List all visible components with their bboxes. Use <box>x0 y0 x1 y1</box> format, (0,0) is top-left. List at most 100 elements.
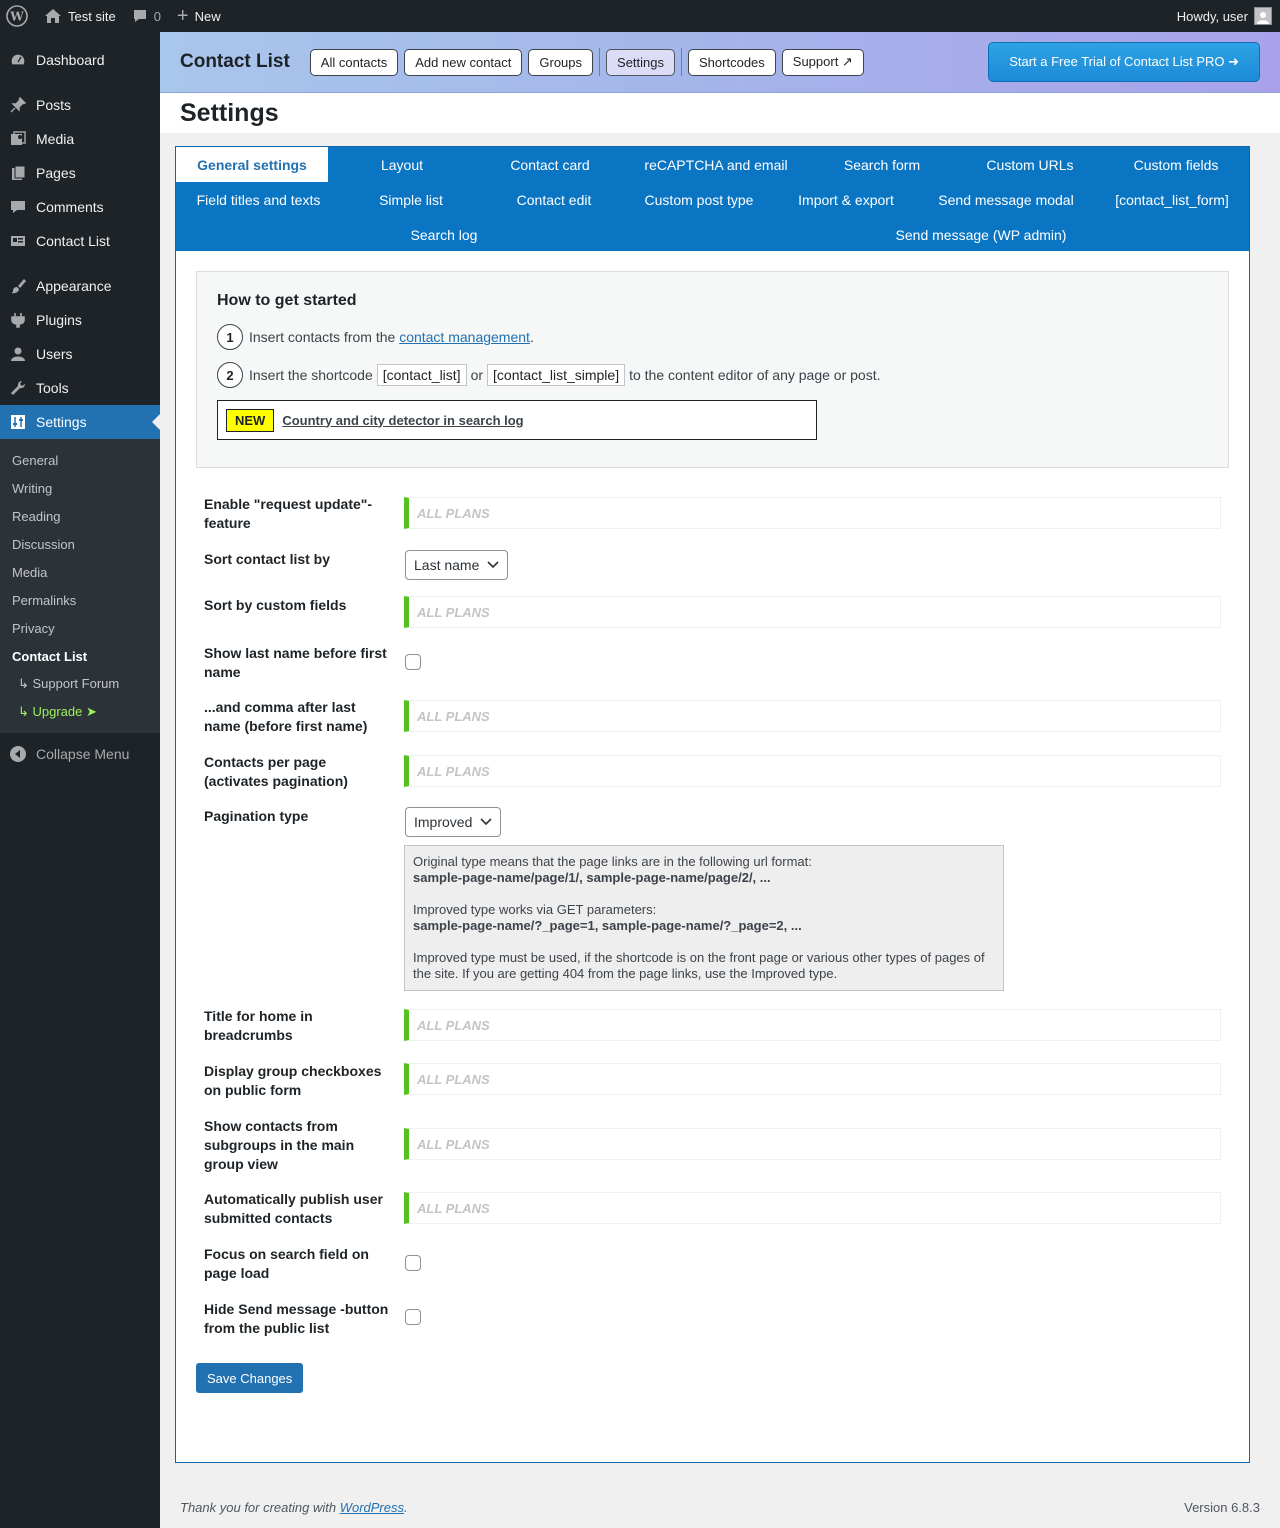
submenu-discussion[interactable]: Discussion <box>0 530 160 558</box>
menu-posts[interactable]: Posts <box>0 88 160 122</box>
menu-label: Settings <box>36 414 87 430</box>
tab-search-log[interactable]: Search log <box>384 217 504 252</box>
info-example: sample-page-name/page/1/, sample-page-na… <box>413 870 771 885</box>
contact-management-link[interactable]: contact management <box>399 329 530 345</box>
tab-field-titles[interactable]: Field titles and texts <box>186 182 331 217</box>
tab-general-settings[interactable]: General settings <box>176 147 328 182</box>
tab-custom-fields[interactable]: Custom fields <box>1110 147 1242 182</box>
all-contacts-button[interactable]: All contacts <box>309 48 399 76</box>
footer-thanks-text: Thank you for creating with <box>180 1500 337 1515</box>
comments-link[interactable]: 0 <box>124 0 169 32</box>
info-paragraph: Improved type works via GET parameters: s… <box>413 902 995 934</box>
sort-select-value: Last name <box>414 557 480 573</box>
menu-pages[interactable]: Pages <box>0 156 160 190</box>
shortcodes-button[interactable]: Shortcodes <box>688 48 776 76</box>
plugin-title: Contact List <box>180 51 290 72</box>
settings-button[interactable]: Settings <box>606 48 676 76</box>
tab-contact-card[interactable]: Contact card <box>484 147 616 182</box>
submenu-support-forum[interactable]: ↳ Support Forum <box>0 670 160 698</box>
tab-contact-list-form[interactable]: [contact_list_form] <box>1106 182 1238 217</box>
submenu-media[interactable]: Media <box>0 558 160 586</box>
submenu-writing[interactable]: Writing <box>0 474 160 502</box>
menu-contact-list[interactable]: Contact List <box>0 224 160 258</box>
contact-card-icon <box>8 231 28 251</box>
version-text: Version 6.8.3 <box>1184 1500 1260 1515</box>
step-text: to the content editor of any page or pos… <box>629 367 881 383</box>
admin-bar: W Test site 0 + New Howdy, user <box>0 0 1280 32</box>
footer-dot: . <box>404 1500 408 1515</box>
step-text: . <box>529 329 534 345</box>
tab-recaptcha-email[interactable]: reCAPTCHA and email <box>636 147 796 182</box>
menu-label: Posts <box>36 97 72 113</box>
menu-dashboard[interactable]: Dashboard <box>0 43 160 77</box>
submenu-contact-list[interactable]: Contact List <box>0 642 160 670</box>
tab-import-export[interactable]: Import & export <box>786 182 906 217</box>
collapse-menu-button[interactable]: Collapse Menu <box>0 737 160 771</box>
wordpress-logo-icon[interactable]: W <box>0 0 36 32</box>
focus-search-checkbox[interactable] <box>405 1255 421 1271</box>
menu-plugins[interactable]: Plugins <box>0 303 160 337</box>
submenu-upgrade[interactable]: ↳ Upgrade ➤ <box>0 698 160 726</box>
step-number: 1 <box>217 324 243 350</box>
new-content-link[interactable]: + New <box>169 0 229 32</box>
wrench-icon <box>8 378 28 398</box>
pagination-select[interactable]: Improved <box>405 807 502 837</box>
all-plans-placeholder: ALL PLANS <box>404 1128 1221 1160</box>
new-label: New <box>194 8 221 24</box>
menu-tools[interactable]: Tools <box>0 371 160 405</box>
menu-label: Media <box>36 131 75 147</box>
menu-media[interactable]: Media <box>0 122 160 156</box>
hide-send-message-checkbox[interactable] <box>405 1309 421 1325</box>
groups-button[interactable]: Groups <box>528 48 594 76</box>
pushpin-icon <box>8 95 28 115</box>
pro-trial-button[interactable]: Start a Free Trial of Contact List PRO ➜ <box>988 42 1260 82</box>
menu-appearance[interactable]: Appearance <box>0 269 160 303</box>
tab-layout[interactable]: Layout <box>336 147 468 182</box>
submenu-reading[interactable]: Reading <box>0 502 160 530</box>
tab-search-form[interactable]: Search form <box>816 147 948 182</box>
getting-started-title: How to get started <box>217 292 357 309</box>
collapse-label: Collapse Menu <box>36 746 130 762</box>
new-feature-link[interactable]: Country and city detector in search log <box>282 413 523 428</box>
submenu-privacy[interactable]: Privacy <box>0 614 160 642</box>
my-account[interactable]: Howdy, user <box>1177 7 1280 25</box>
info-paragraph: Improved type must be used, if the short… <box>413 950 985 981</box>
page-title: Settings <box>180 98 279 127</box>
settings-tabs: General settings Layout Contact card reC… <box>176 147 1249 251</box>
tab-contact-edit[interactable]: Contact edit <box>494 182 614 217</box>
add-new-contact-button[interactable]: Add new contact <box>404 48 523 76</box>
new-badge: NEW <box>226 408 275 432</box>
menu-label: Contact List <box>36 233 110 249</box>
footer-thanks: Thank you for creating with WordPress. <box>180 1500 408 1515</box>
wordpress-link[interactable]: WordPress <box>340 1500 404 1515</box>
collapse-arrow-icon <box>8 744 28 764</box>
save-changes-button[interactable]: Save Changes <box>196 1363 304 1393</box>
main-content: Contact List All contacts Add new contac… <box>160 32 1280 1463</box>
row-label: ...and comma after last name (before fir… <box>204 699 368 734</box>
all-plans-placeholder: ALL PLANS <box>404 1063 1221 1095</box>
row-label: Focus on search field on page load <box>204 1246 369 1281</box>
sort-select[interactable]: Last name <box>405 550 509 580</box>
dashboard-icon <box>8 50 28 70</box>
avatar <box>1254 7 1272 25</box>
tab-simple-list[interactable]: Simple list <box>356 182 466 217</box>
tab-custom-post-type[interactable]: Custom post type <box>634 182 764 217</box>
menu-comments[interactable]: Comments <box>0 190 160 224</box>
settings-submenu: General Writing Reading Discussion Media… <box>0 439 160 733</box>
site-name-link[interactable]: Test site <box>36 0 124 32</box>
row-label: Show last name before first name <box>204 645 387 680</box>
media-icon <box>8 129 28 149</box>
tab-send-message-modal[interactable]: Send message modal <box>926 182 1086 217</box>
settings-panel: General settings Layout Contact card reC… <box>175 146 1250 1463</box>
last-name-first-checkbox[interactable] <box>405 654 421 670</box>
submenu-permalinks[interactable]: Permalinks <box>0 586 160 614</box>
tab-custom-urls[interactable]: Custom URLs <box>964 147 1096 182</box>
menu-settings[interactable]: Settings <box>0 405 160 439</box>
tab-send-message-admin[interactable]: Send message (WP admin) <box>881 217 1081 252</box>
menu-users[interactable]: Users <box>0 337 160 371</box>
comments-icon <box>8 197 28 217</box>
plus-icon: + <box>176 5 189 27</box>
support-button[interactable]: Support ↗ <box>781 48 864 76</box>
submenu-general[interactable]: General <box>0 446 160 474</box>
pagination-info-box: Original type means that the page links … <box>404 845 1004 991</box>
